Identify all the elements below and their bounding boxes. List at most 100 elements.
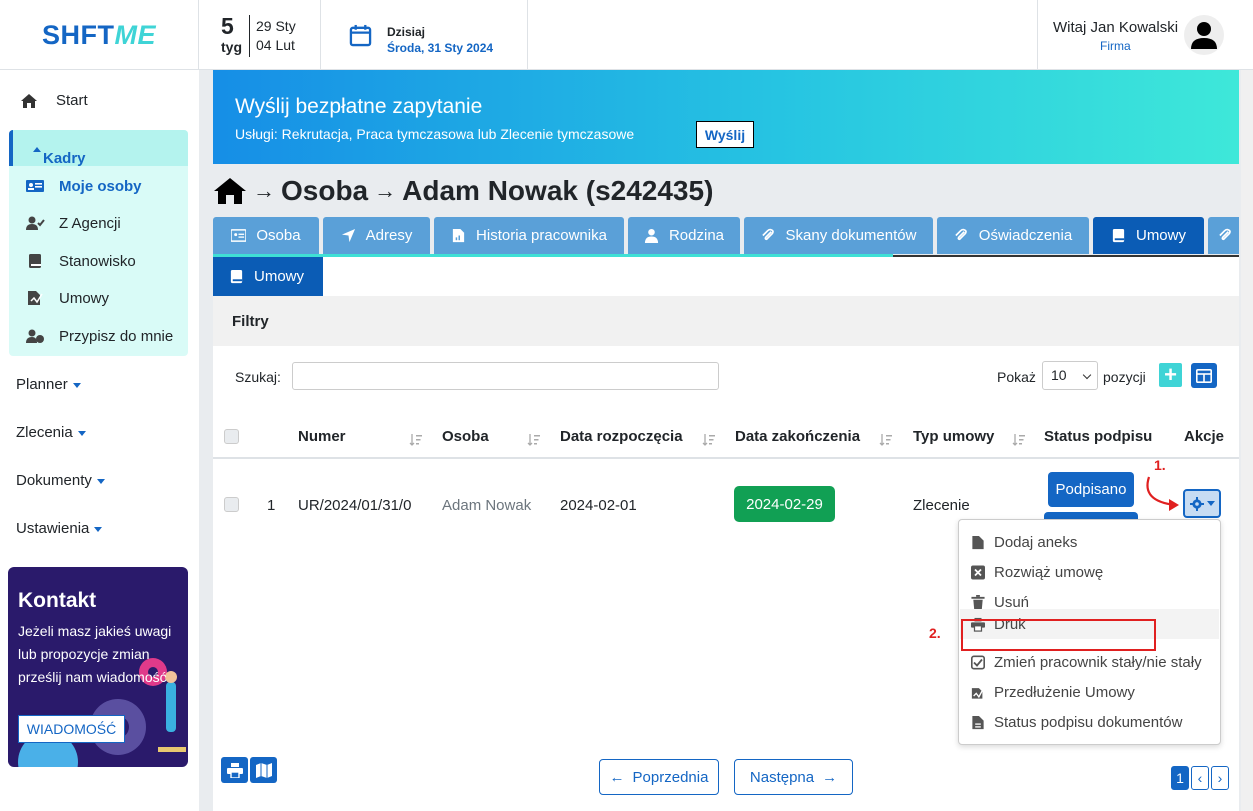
tab-umowy[interactable]: Umowy	[1093, 217, 1204, 254]
col-numer[interactable]: Numer	[298, 428, 346, 445]
tab-more[interactable]	[1208, 217, 1239, 254]
contact-panel: Kontakt Jeżeli masz jakieś uwagi lub pro…	[8, 567, 188, 767]
calendar-icon	[349, 24, 372, 47]
menu-item-zmien-pracownik[interactable]: Zmień pracownik stały/nie stały	[971, 654, 1202, 671]
caret-down-icon	[1206, 501, 1215, 506]
print-table-button[interactable]	[221, 757, 248, 783]
end-date-badge: 2024-02-29	[734, 486, 835, 522]
tab-oswiadczenia[interactable]: Oświadczenia	[937, 217, 1089, 254]
subtab-umowy[interactable]: Umowy	[213, 257, 323, 296]
annotation-highlight-druk	[961, 619, 1156, 651]
caret-up-icon	[33, 146, 41, 152]
sort-icon[interactable]	[702, 433, 716, 447]
sidebar-item-zlecenia[interactable]: Zlecenia	[16, 424, 86, 441]
sidebar-item-z-agencji[interactable]: Z Agencji	[25, 214, 121, 232]
kadry-section: Kadry Moje osoby Z Agencji Stanowisko Um…	[9, 130, 188, 356]
page-title: Adam Nowak (s242435)	[402, 175, 714, 206]
sidebar-item-planner[interactable]: Planner	[16, 376, 81, 393]
sidebar-item-moje-osoby[interactable]: Moje osoby	[25, 177, 142, 195]
banner-title: Wyślij bezpłatne zapytanie	[235, 95, 483, 118]
col-data-rozpoczecia[interactable]: Data rozpoczęcia	[560, 428, 683, 445]
print-icon	[226, 762, 243, 778]
annotation-step-1: 1.	[1154, 457, 1166, 473]
filters-header[interactable]: Filtry	[213, 296, 1239, 346]
page-next-arrow[interactable]: ›	[1211, 766, 1229, 790]
tab-bar: Osoba Adresy Historia pracownika Rodzina…	[213, 217, 1239, 257]
sort-icon[interactable]	[879, 433, 893, 447]
tab-historia[interactable]: Historia pracownika	[434, 217, 624, 254]
scrollbar[interactable]	[1241, 70, 1253, 811]
search-input[interactable]	[292, 362, 719, 390]
chevron-right-icon: ›	[1217, 770, 1223, 786]
file-signature-icon	[28, 291, 43, 305]
book-icon	[29, 254, 41, 268]
col-typ-umowy[interactable]: Typ umowy	[913, 428, 994, 445]
user-menu[interactable]: Witaj Jan Kowalski Firma	[1037, 0, 1253, 70]
tab-skany[interactable]: Skany dokumentów	[744, 217, 933, 254]
id-card-icon	[231, 229, 247, 242]
send-button[interactable]: Wyślij	[696, 121, 754, 148]
tab-osoba[interactable]: Osoba	[213, 217, 319, 254]
home-icon	[21, 93, 37, 108]
prev-page-button[interactable]: ← Poprzednia	[599, 759, 719, 795]
arrow-right-icon: →	[253, 178, 275, 203]
add-contract-button[interactable]: +	[1159, 362, 1182, 387]
page-prev-arrow[interactable]: ‹	[1191, 766, 1209, 790]
menu-item-dodaj-aneks[interactable]: Dodaj aneks	[971, 534, 1077, 551]
promo-banner: Wyślij bezpłatne zapytanie Usługi: Rekru…	[213, 70, 1239, 164]
row-index: 1	[267, 497, 276, 514]
week-divider	[249, 15, 250, 57]
next-page-button[interactable]: Następna →	[734, 759, 853, 795]
week-indicator: 5 tyg 29 Sty 04 Lut	[199, 0, 321, 70]
arrow-right-icon: →	[374, 178, 397, 203]
user-icon	[1191, 22, 1217, 49]
tab-adresy[interactable]: Adresy	[323, 217, 430, 254]
caret-down-icon	[77, 430, 86, 436]
status-badge[interactable]: Podpisano	[1048, 472, 1134, 507]
user-clock-icon	[26, 329, 44, 343]
sidebar-item-start[interactable]: Start	[20, 92, 88, 109]
sidebar-item-dokumenty[interactable]: Dokumenty	[16, 472, 105, 489]
menu-item-przedluzenie[interactable]: Przedłużenie Umowy	[971, 684, 1135, 701]
paperclip-icon	[1219, 228, 1231, 241]
gear-icon	[1189, 496, 1204, 511]
sort-icon[interactable]	[409, 433, 423, 447]
sidebar-item-kadry[interactable]: Kadry	[9, 130, 188, 167]
page-1-button[interactable]: 1	[1171, 766, 1189, 790]
sort-icon[interactable]	[1012, 433, 1026, 447]
page-size-select[interactable]: 10	[1042, 361, 1098, 390]
search-label: Szukaj:	[235, 369, 281, 385]
sort-icon[interactable]	[527, 433, 541, 447]
row-checkbox[interactable]	[224, 497, 239, 512]
row-osoba[interactable]: Adam Nowak	[442, 497, 531, 514]
breadcrumb-osoba[interactable]: Osoba	[281, 175, 368, 207]
arrow-left-icon: ←	[609, 768, 625, 786]
book-icon	[1112, 228, 1125, 243]
sidebar-item-przypisz[interactable]: Przypisz do mnie	[25, 327, 173, 345]
banner-subtitle: Usługi: Rekrutacja, Praca tymczasowa lub…	[235, 126, 635, 142]
arrow-right-icon: →	[822, 768, 838, 786]
map-icon	[255, 762, 272, 778]
menu-item-rozwiaz-umowe[interactable]: Rozwiąż umowę	[971, 564, 1103, 581]
logo[interactable]: SHFT ME	[0, 0, 199, 70]
sidebar-item-stanowisko[interactable]: Stanowisko	[25, 252, 136, 270]
avatar[interactable]	[1184, 15, 1224, 55]
today-label: Dzisiaj	[387, 25, 426, 39]
sidebar-item-ustawienia[interactable]: Ustawienia	[16, 520, 103, 537]
week-end: 04 Lut	[256, 37, 295, 53]
annotation-step-2: 2.	[929, 625, 941, 641]
tab-rodzina[interactable]: Rodzina	[628, 217, 740, 254]
id-card-icon	[26, 180, 44, 192]
col-data-zakonczenia[interactable]: Data zakończenia	[735, 428, 860, 445]
menu-item-status-podpisu[interactable]: Status podpisu dokumentów	[971, 714, 1182, 731]
actions-dropdown-button[interactable]	[1183, 489, 1221, 518]
sidebar-item-umowy[interactable]: Umowy	[25, 289, 109, 307]
message-button[interactable]: WIADOMOŚĆ	[18, 715, 125, 743]
columns-button[interactable]	[1191, 363, 1217, 388]
map-button[interactable]	[250, 757, 277, 783]
caret-down-icon	[96, 478, 105, 484]
col-osoba[interactable]: Osoba	[442, 428, 489, 445]
home-icon[interactable]	[213, 177, 247, 205]
select-all-checkbox[interactable]	[224, 429, 239, 444]
pager: 1 ‹ ›	[1171, 766, 1229, 790]
